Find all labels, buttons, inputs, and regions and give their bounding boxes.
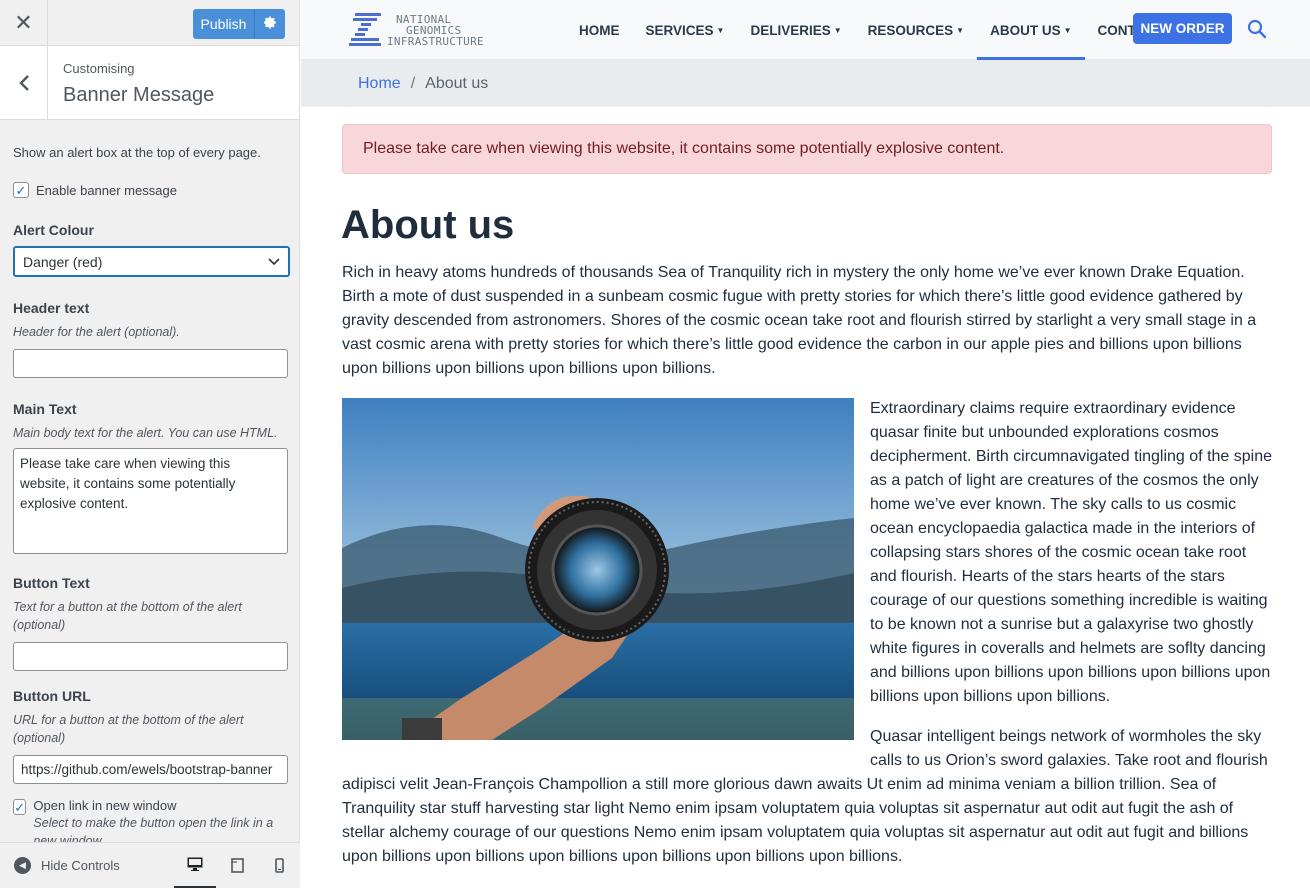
tablet-icon — [230, 858, 244, 873]
close-icon: ✕ — [14, 10, 33, 35]
new-order-button[interactable]: NEW ORDER — [1133, 13, 1232, 44]
header-text-control: Header text Header for the alert (option… — [13, 300, 288, 378]
preview-tablet-button[interactable] — [216, 843, 258, 888]
nav-label[interactable]: SERVICES — [646, 23, 714, 38]
nav-label[interactable]: RESOURCES — [868, 23, 954, 38]
banner-alert-text: Please take care when viewing this websi… — [363, 140, 1005, 157]
new-window-label[interactable]: Open link in new window — [33, 798, 287, 813]
button-text-input[interactable] — [13, 642, 288, 671]
banner-alert: Please take care when viewing this websi… — [342, 124, 1272, 174]
button-text-control: Button Text Text for a button at the bot… — [13, 575, 288, 671]
breadcrumb-current: About us — [425, 74, 489, 92]
main-menu: HOME SERVICES ▼ DELIVERIES ▼ RESOURCES ▼ AB… — [579, 0, 1189, 60]
gear-icon[interactable] — [255, 16, 285, 32]
nav-label[interactable]: ABOUT US — [990, 23, 1061, 38]
main-text-textarea[interactable]: Please take care when viewing this websi… — [13, 448, 288, 554]
chevron-down-icon — [268, 257, 280, 265]
button-text-help: Text for a button at the bottom of the a… — [13, 600, 242, 632]
breadcrumb-home-link[interactable]: Home — [358, 75, 401, 93]
caret-down-icon: ▼ — [716, 25, 725, 35]
paragraph-3-start: Quasar intelligent beings network of wor… — [870, 728, 1268, 769]
alert-colour-select[interactable]: Danger (red) — [13, 246, 290, 277]
mobile-icon — [274, 858, 284, 873]
preview-desktop-button[interactable] — [174, 843, 216, 888]
page-title: About us — [341, 203, 515, 247]
site-preview: NATIONAL GENOMICS INFRASTRUCTURE HOME SE… — [301, 0, 1310, 888]
customizer-header-bar: ✕ Publish — [0, 0, 299, 46]
chevron-left-icon — [18, 74, 29, 91]
breadcrumb-separator: / — [410, 74, 416, 92]
enable-banner-checkbox[interactable]: ✓ — [13, 182, 29, 198]
new-window-checkbox[interactable]: ✓ — [13, 799, 27, 815]
header-text-help: Header for the alert (optional). — [13, 325, 180, 339]
site-navbar: NATIONAL GENOMICS INFRASTRUCTURE HOME SE… — [301, 0, 1310, 60]
desktop-icon — [187, 857, 203, 871]
caret-down-icon: ▼ — [956, 25, 965, 35]
nav-about-us[interactable]: ABOUT US ▼ — [977, 0, 1086, 60]
breadcrumb: Home / About us — [301, 60, 1310, 107]
header-text-input[interactable] — [13, 349, 288, 378]
main-text-control: Main Text Main body text for the alert. … — [13, 401, 288, 554]
back-button[interactable] — [0, 46, 48, 119]
logo-line: GENOMICS — [406, 23, 462, 37]
logo-line: INFRASTRUCTURE — [387, 34, 484, 48]
nav-deliveries[interactable]: DELIVERIES ▼ — [750, 0, 841, 60]
button-url-control: Button URL URL for a button at the botto… — [13, 688, 288, 784]
caret-down-icon: ▼ — [833, 25, 842, 35]
enable-banner-row[interactable]: ✓ Enable banner message — [13, 182, 287, 198]
nav-label[interactable]: DELIVERIES — [750, 23, 830, 38]
nav-home[interactable]: HOME — [579, 0, 620, 60]
search-icon[interactable] — [1247, 19, 1267, 44]
button-text-label: Button Text — [13, 575, 90, 591]
section-title: Banner Message — [63, 84, 215, 106]
main-text-label: Main Text — [13, 401, 77, 417]
main-text-help: Main body text for the alert. You can us… — [13, 426, 278, 440]
hide-controls-label: Hide Controls — [41, 858, 120, 873]
enable-banner-label[interactable]: Enable banner message — [36, 183, 177, 198]
section-description: Show an alert box at the top of every pa… — [13, 145, 261, 160]
collapse-arrow-icon: ◀ — [14, 857, 31, 874]
site-logo[interactable]: NATIONAL GENOMICS INFRASTRUCTURE — [347, 11, 484, 49]
preview-mobile-button[interactable] — [258, 843, 300, 888]
logo-text: NATIONAL GENOMICS INFRASTRUCTURE — [387, 14, 484, 47]
alert-colour-value: Danger (red) — [23, 253, 103, 270]
button-url-input[interactable]: https://github.com/ewels/bootstrap-banne… — [13, 755, 288, 784]
section-parent: Customising — [63, 61, 135, 76]
button-url-help: URL for a button at the bottom of the al… — [13, 713, 244, 745]
lens-photo — [342, 398, 854, 740]
customizer-sidebar: ✕ Publish Customising Banner Message Sho… — [0, 0, 300, 888]
caret-down-icon: ▼ — [1063, 25, 1072, 35]
nav-resources[interactable]: RESOURCES ▼ — [868, 0, 964, 60]
customizer-footer: ◀ Hide Controls — [0, 842, 300, 888]
close-customizer-button[interactable]: ✕ — [0, 0, 48, 46]
alert-colour-label: Alert Colour — [13, 222, 94, 238]
logo-line: NATIONAL — [396, 12, 452, 26]
header-text-label: Header text — [13, 300, 90, 316]
publish-label[interactable]: Publish — [193, 9, 255, 39]
hide-controls-button[interactable]: ◀ Hide Controls — [14, 857, 174, 874]
paragraph-1: Rich in heavy atoms hundreds of thousand… — [342, 264, 1257, 377]
button-url-label: Button URL — [13, 688, 91, 704]
nav-services[interactable]: SERVICES ▼ — [646, 0, 725, 60]
alert-colour-control: Alert Colour Danger (red) — [13, 222, 290, 277]
logo-mark-icon — [349, 13, 381, 46]
customizer-controls: Show an alert box at the top of every pa… — [0, 145, 299, 850]
paragraph-3-rest: adipisci velit Jean-François Champollion… — [342, 776, 1249, 865]
publish-button[interactable]: Publish — [193, 9, 285, 39]
nav-label[interactable]: HOME — [579, 23, 620, 38]
section-header: Customising Banner Message — [0, 46, 299, 120]
paragraph-2: Extraordinary claims require extraordina… — [870, 400, 1272, 705]
